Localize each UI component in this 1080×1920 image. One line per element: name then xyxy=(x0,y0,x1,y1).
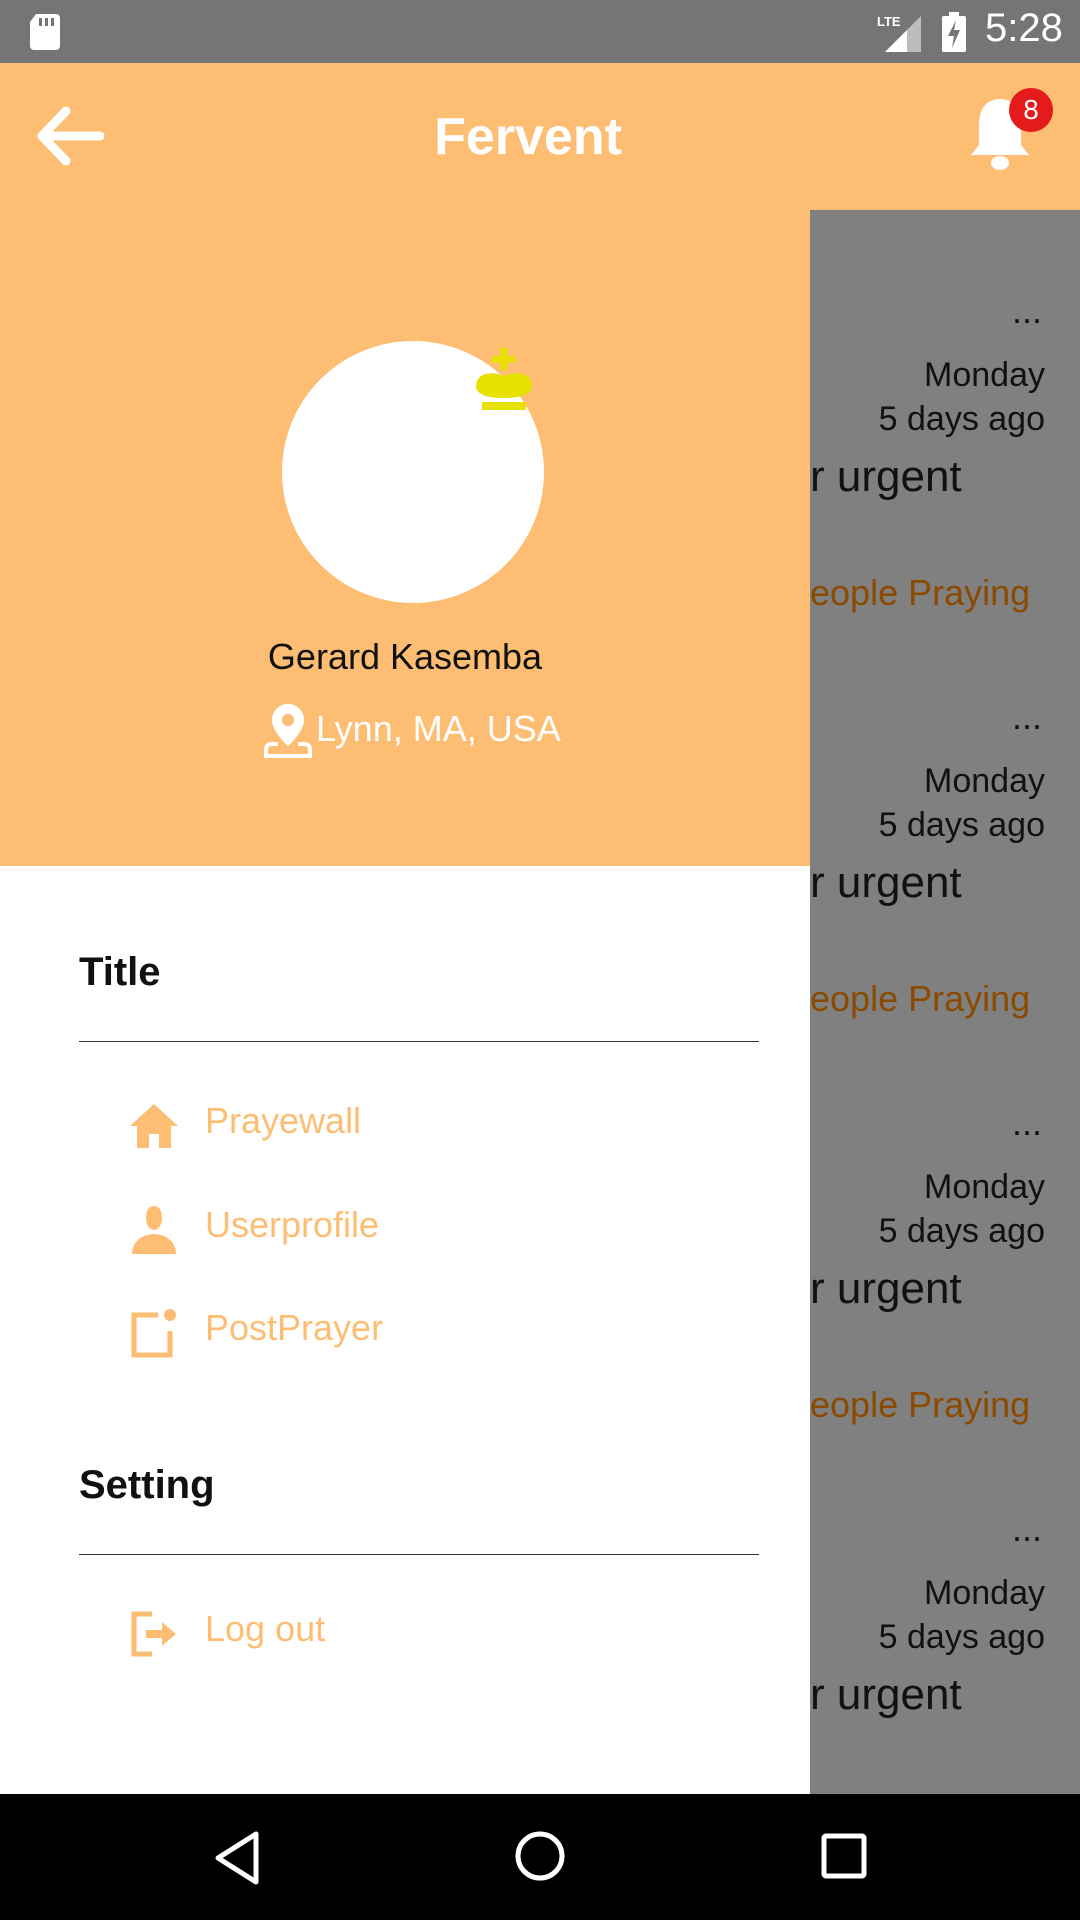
battery-charging-icon xyxy=(942,12,966,52)
prayer-card[interactable]: ... Monday 5 days ago r urgent xyxy=(810,1428,1080,1794)
app-title: Fervent xyxy=(434,108,622,166)
new-post-icon xyxy=(131,1309,176,1358)
nav-home-icon[interactable] xyxy=(514,1830,566,1882)
card-day: Monday xyxy=(924,356,1045,394)
card-praying-count[interactable]: eople Praying xyxy=(810,572,1030,614)
card-time-ago: 5 days ago xyxy=(878,1618,1045,1656)
card-text: r urgent xyxy=(810,1670,962,1719)
card-time-ago: 5 days ago xyxy=(878,1212,1045,1250)
card-time-ago: 5 days ago xyxy=(878,806,1045,844)
menu-item-label: Log out xyxy=(205,1608,326,1649)
card-day: Monday xyxy=(924,762,1045,800)
card-day: Monday xyxy=(924,1168,1045,1206)
clock: 5:28 xyxy=(985,6,1063,50)
card-text: r urgent xyxy=(810,452,962,501)
menu-item-label: Prayewall xyxy=(205,1100,362,1141)
lte-signal-icon: LTE xyxy=(877,14,921,52)
card-text: r urgent xyxy=(810,858,962,907)
menu-item-label: Userprofile xyxy=(205,1204,380,1245)
menu-item-postprayer[interactable]: PostPrayer xyxy=(128,1301,728,1361)
navigation-drawer: Gerard Kasemba Lynn, MA, USA Title Praye… xyxy=(0,210,810,1794)
crown-icon xyxy=(476,348,532,410)
nav-recents-icon[interactable] xyxy=(820,1832,868,1880)
app-bar: Fervent 8 xyxy=(0,63,1080,210)
menu-item-userprofile[interactable]: Userprofile xyxy=(128,1198,728,1258)
card-menu-button[interactable]: ... xyxy=(1012,699,1042,735)
section-title-title: Title xyxy=(79,950,161,994)
system-nav-bar xyxy=(0,1794,1080,1920)
menu-item-prayewall[interactable]: Prayewall xyxy=(128,1094,728,1154)
card-time-ago: 5 days ago xyxy=(878,400,1045,438)
card-praying-count[interactable]: eople Praying xyxy=(810,978,1030,1020)
section-divider xyxy=(79,1041,759,1042)
card-praying-count[interactable]: eople Praying xyxy=(810,1384,1030,1426)
card-text: r urgent xyxy=(810,1264,962,1313)
prayer-card[interactable]: ... Monday 5 days ago r urgent eople Pra… xyxy=(810,210,1080,616)
location-pin-icon xyxy=(264,704,312,758)
card-day: Monday xyxy=(924,1574,1045,1612)
card-menu-button[interactable]: ... xyxy=(1012,1105,1042,1141)
location-text: Lynn, MA, USA xyxy=(316,708,561,749)
prayer-card[interactable]: ... Monday 5 days ago r urgent eople Pra… xyxy=(810,1022,1080,1428)
logout-icon xyxy=(131,1611,176,1657)
menu-item-log-out[interactable]: Log out xyxy=(128,1602,728,1662)
svg-text:LTE: LTE xyxy=(877,14,901,29)
card-menu-button[interactable]: ... xyxy=(1012,293,1042,329)
notification-badge: 8 xyxy=(1009,88,1053,132)
person-icon xyxy=(132,1206,176,1254)
home-icon xyxy=(130,1104,178,1148)
prayer-card[interactable]: ... Monday 5 days ago r urgent eople Pra… xyxy=(810,616,1080,1022)
sd-card-icon xyxy=(30,14,60,50)
card-menu-button[interactable]: ... xyxy=(1012,1511,1042,1547)
menu-item-label: PostPrayer xyxy=(205,1307,384,1348)
user-name: Gerard Kasemba xyxy=(267,636,543,677)
section-divider xyxy=(79,1554,759,1555)
section-title-setting: Setting xyxy=(79,1463,215,1507)
drawer-header: Gerard Kasemba Lynn, MA, USA xyxy=(0,210,810,866)
status-bar: LTE 5:28 xyxy=(0,0,1080,63)
nav-back-icon[interactable] xyxy=(212,1830,262,1886)
prayer-feed: ... Monday 5 days ago r urgent eople Pra… xyxy=(810,210,1080,1794)
